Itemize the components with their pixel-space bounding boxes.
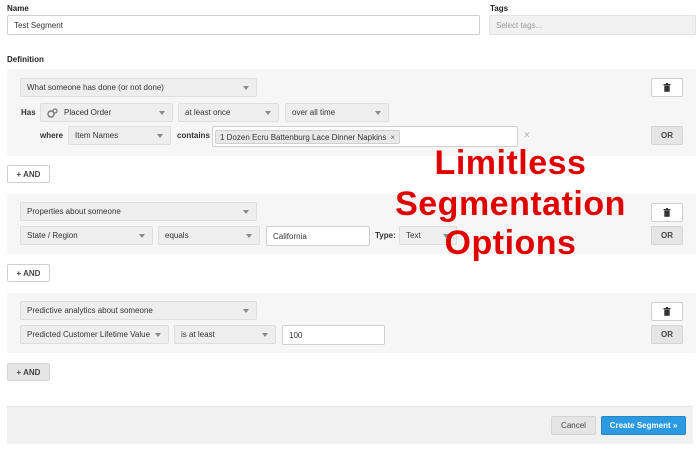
value-input[interactable]: California — [266, 226, 370, 246]
delete-condition-button[interactable] — [651, 78, 683, 97]
property-select[interactable]: Predicted Customer Lifetime Value — [20, 325, 169, 344]
chevron-down-icon — [159, 110, 165, 115]
property-select[interactable]: State / Region — [20, 226, 153, 245]
trash-icon — [663, 307, 671, 316]
value-tag-label: 1 Dozen Ecru Battenburg Lace Dinner Napk… — [220, 132, 387, 142]
operator-select[interactable]: equals — [158, 226, 260, 245]
add-and-button[interactable]: + AND — [7, 264, 50, 282]
remove-tag-icon[interactable]: × — [390, 133, 395, 142]
delete-condition-button[interactable] — [651, 302, 683, 321]
overlay-line-3: Options — [444, 224, 577, 262]
name-label: Name — [7, 4, 29, 13]
chevron-down-icon — [243, 209, 249, 214]
chevron-down-icon — [243, 308, 249, 313]
definition-label: Definition — [7, 55, 44, 64]
trash-icon — [663, 208, 671, 217]
event-select-value: Placed Order — [64, 108, 112, 117]
condition-type-select[interactable]: Predictive analytics about someone — [20, 301, 257, 320]
chevron-down-icon — [375, 110, 381, 115]
overlay-line-1: Limitless — [434, 144, 587, 182]
clear-values-icon[interactable]: × — [524, 131, 530, 141]
where-label: where — [40, 131, 64, 140]
add-and-button[interactable]: + AND — [7, 165, 50, 183]
time-range-select[interactable]: over all time — [285, 103, 389, 122]
property-select-value: State / Region — [27, 231, 78, 240]
operator-select-value: is at least — [181, 330, 215, 339]
promo-overlay: Limitless Segmentation Options — [388, 146, 633, 264]
chevron-down-icon — [246, 233, 252, 238]
event-select[interactable]: Placed Order — [40, 103, 173, 122]
property-select-value: Predicted Customer Lifetime Value — [27, 330, 151, 339]
tags-label: Tags — [490, 4, 509, 13]
chevron-down-icon — [157, 133, 163, 138]
operator-select-value: equals — [165, 231, 189, 240]
chevron-down-icon — [243, 85, 249, 90]
property-select[interactable]: Item Names — [68, 126, 171, 145]
or-button[interactable]: OR — [651, 126, 683, 145]
trash-icon — [663, 83, 671, 92]
name-input[interactable]: Test Segment — [7, 15, 480, 35]
time-range-select-value: over all time — [292, 108, 336, 117]
create-segment-button[interactable]: Create Segment » — [601, 416, 686, 435]
chevron-down-icon — [139, 233, 145, 238]
condition-type-value: Predictive analytics about someone — [27, 306, 153, 315]
overlay-line-2: Segmentation — [395, 185, 626, 223]
condition-type-value: Properties about someone — [27, 207, 121, 216]
tags-select[interactable]: Select tags... — [489, 15, 696, 35]
condition-type-select[interactable]: Properties about someone — [20, 202, 257, 221]
operator-select[interactable]: is at least — [174, 325, 276, 344]
chevron-down-icon — [262, 332, 268, 337]
chevron-down-icon — [265, 110, 271, 115]
has-label: Has — [21, 108, 36, 117]
add-and-button[interactable]: + AND — [7, 363, 50, 381]
frequency-select[interactable]: at least once — [178, 103, 279, 122]
value-tag: 1 Dozen Ecru Battenburg Lace Dinner Napk… — [215, 130, 400, 144]
or-button[interactable]: OR — [651, 226, 683, 245]
condition-type-value: What someone has done (or not done) — [27, 83, 164, 92]
gears-icon — [47, 107, 58, 118]
property-select-value: Item Names — [75, 131, 119, 140]
frequency-select-value: at least once — [185, 108, 231, 117]
delete-condition-button[interactable] — [651, 203, 683, 222]
condition-type-select[interactable]: What someone has done (or not done) — [20, 78, 257, 97]
chevron-down-icon — [155, 332, 161, 337]
cancel-button[interactable]: Cancel — [551, 416, 596, 435]
contains-label: contains — [177, 131, 210, 140]
value-input[interactable]: 100 — [282, 325, 385, 345]
or-button[interactable]: OR — [651, 325, 683, 344]
